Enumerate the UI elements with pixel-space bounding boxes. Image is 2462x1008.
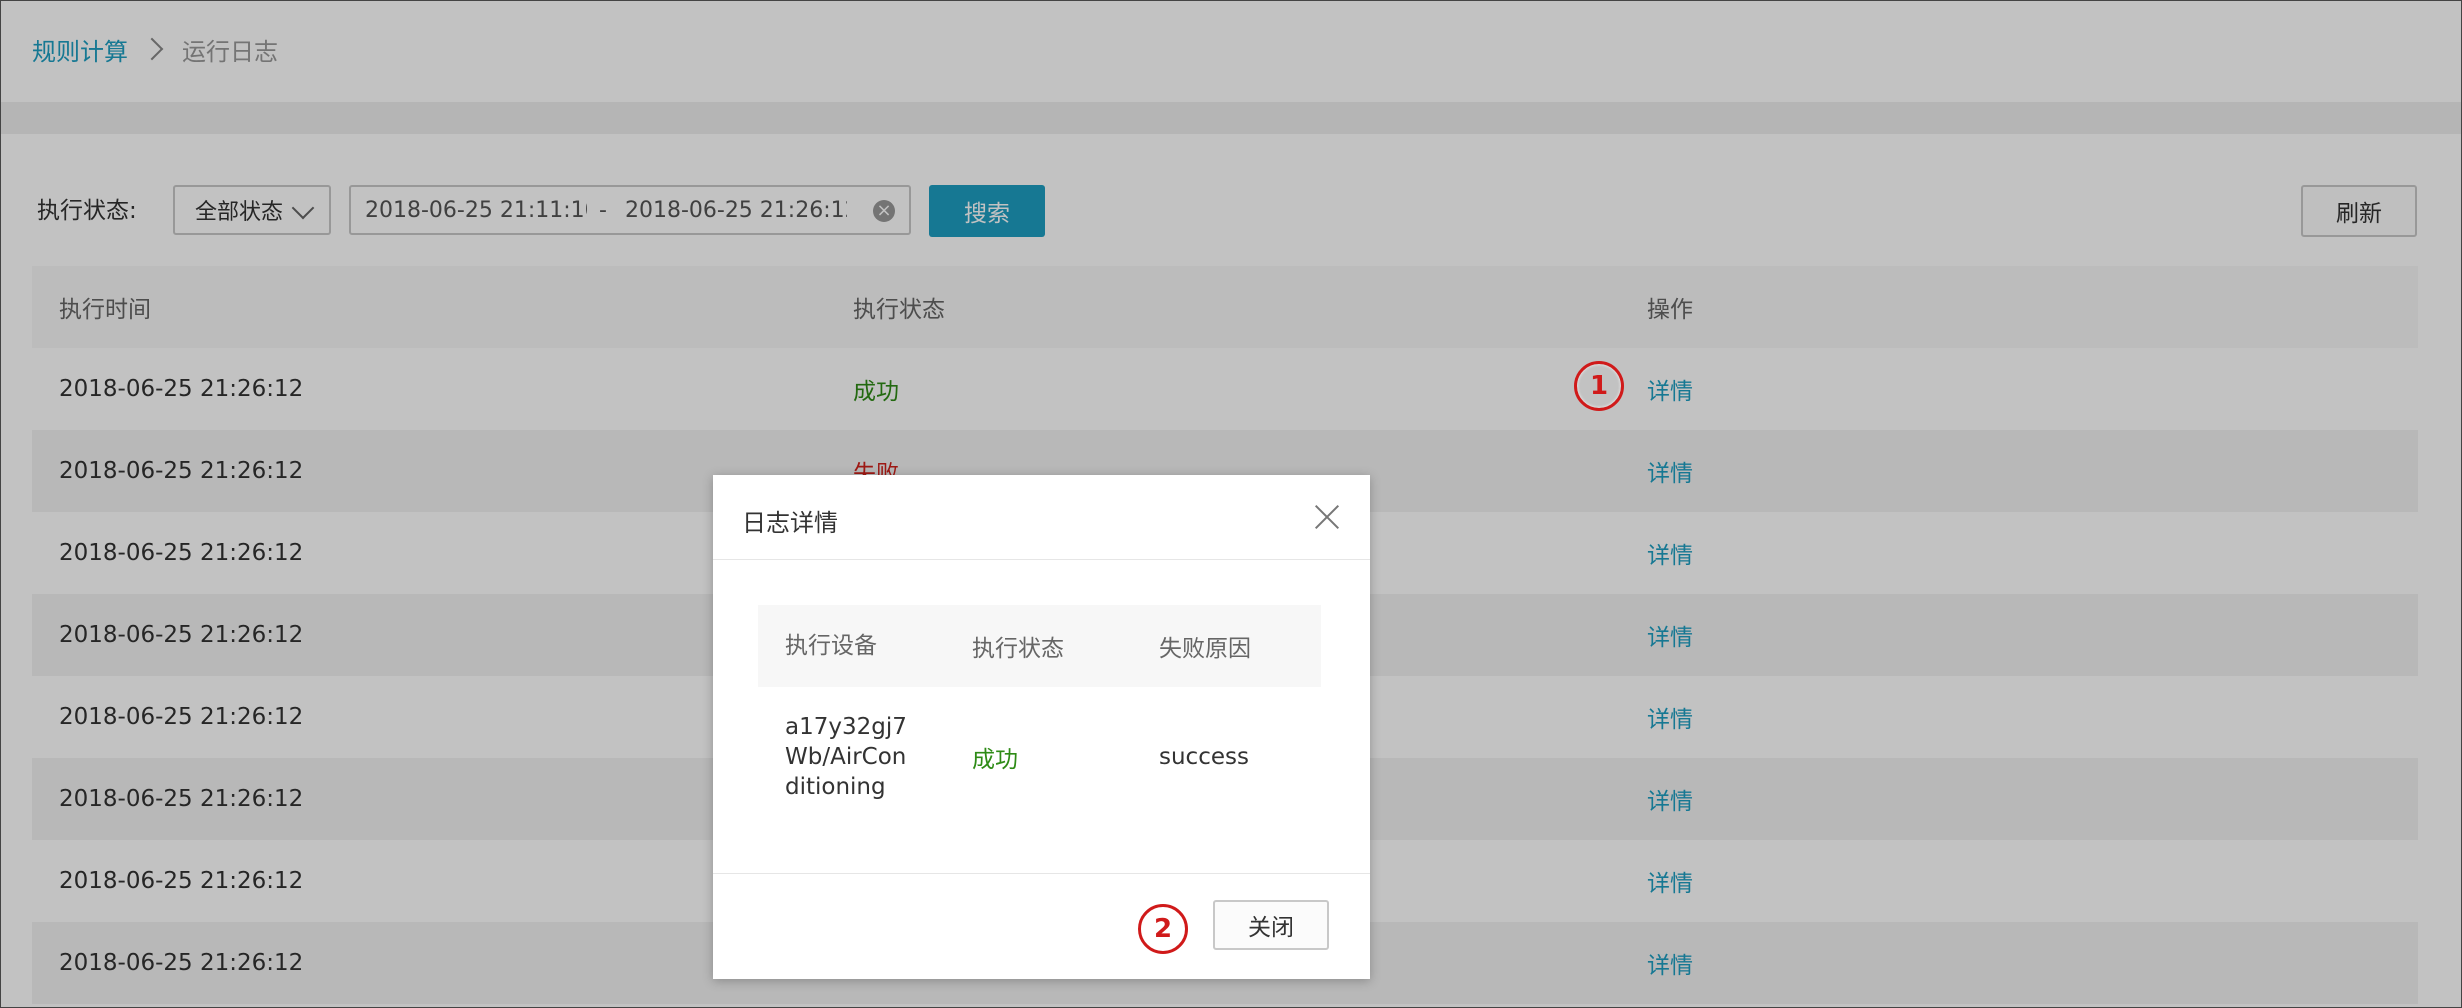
step-marker-2: 2 — [1138, 904, 1188, 954]
detail-status: 成功 — [972, 747, 1018, 773]
column-header-device: 执行设备 — [785, 633, 877, 659]
step-marker-1: 1 — [1574, 361, 1624, 411]
dialog-body: 执行设备 执行状态 失败原因 a17y32gj7Wb/AirConditioni… — [758, 605, 1321, 827]
dialog-header: 日志详情 — [713, 475, 1370, 560]
column-header-status: 执行状态 — [972, 636, 1064, 662]
close-button[interactable]: 关闭 — [1213, 900, 1329, 950]
failure-reason: success — [1159, 744, 1249, 770]
page: 规则计算 运行日志 执行状态: 全部状态 2018-06-25 21:11:10… — [0, 0, 2462, 1008]
log-detail-dialog: 日志详情 执行设备 执行状态 失败原因 a17y32gj7Wb/AirCondi… — [713, 475, 1370, 979]
device-name: a17y32gj7Wb/AirConditioning — [785, 714, 907, 800]
dialog-footer: 关闭 — [713, 873, 1370, 980]
column-header-reason: 失败原因 — [1159, 636, 1251, 662]
detail-table-header: 执行设备 执行状态 失败原因 — [758, 605, 1321, 687]
dialog-title: 日志详情 — [742, 509, 838, 537]
close-icon[interactable] — [1314, 503, 1340, 529]
detail-table-row: a17y32gj7Wb/AirConditioning 成功 success — [758, 687, 1321, 827]
